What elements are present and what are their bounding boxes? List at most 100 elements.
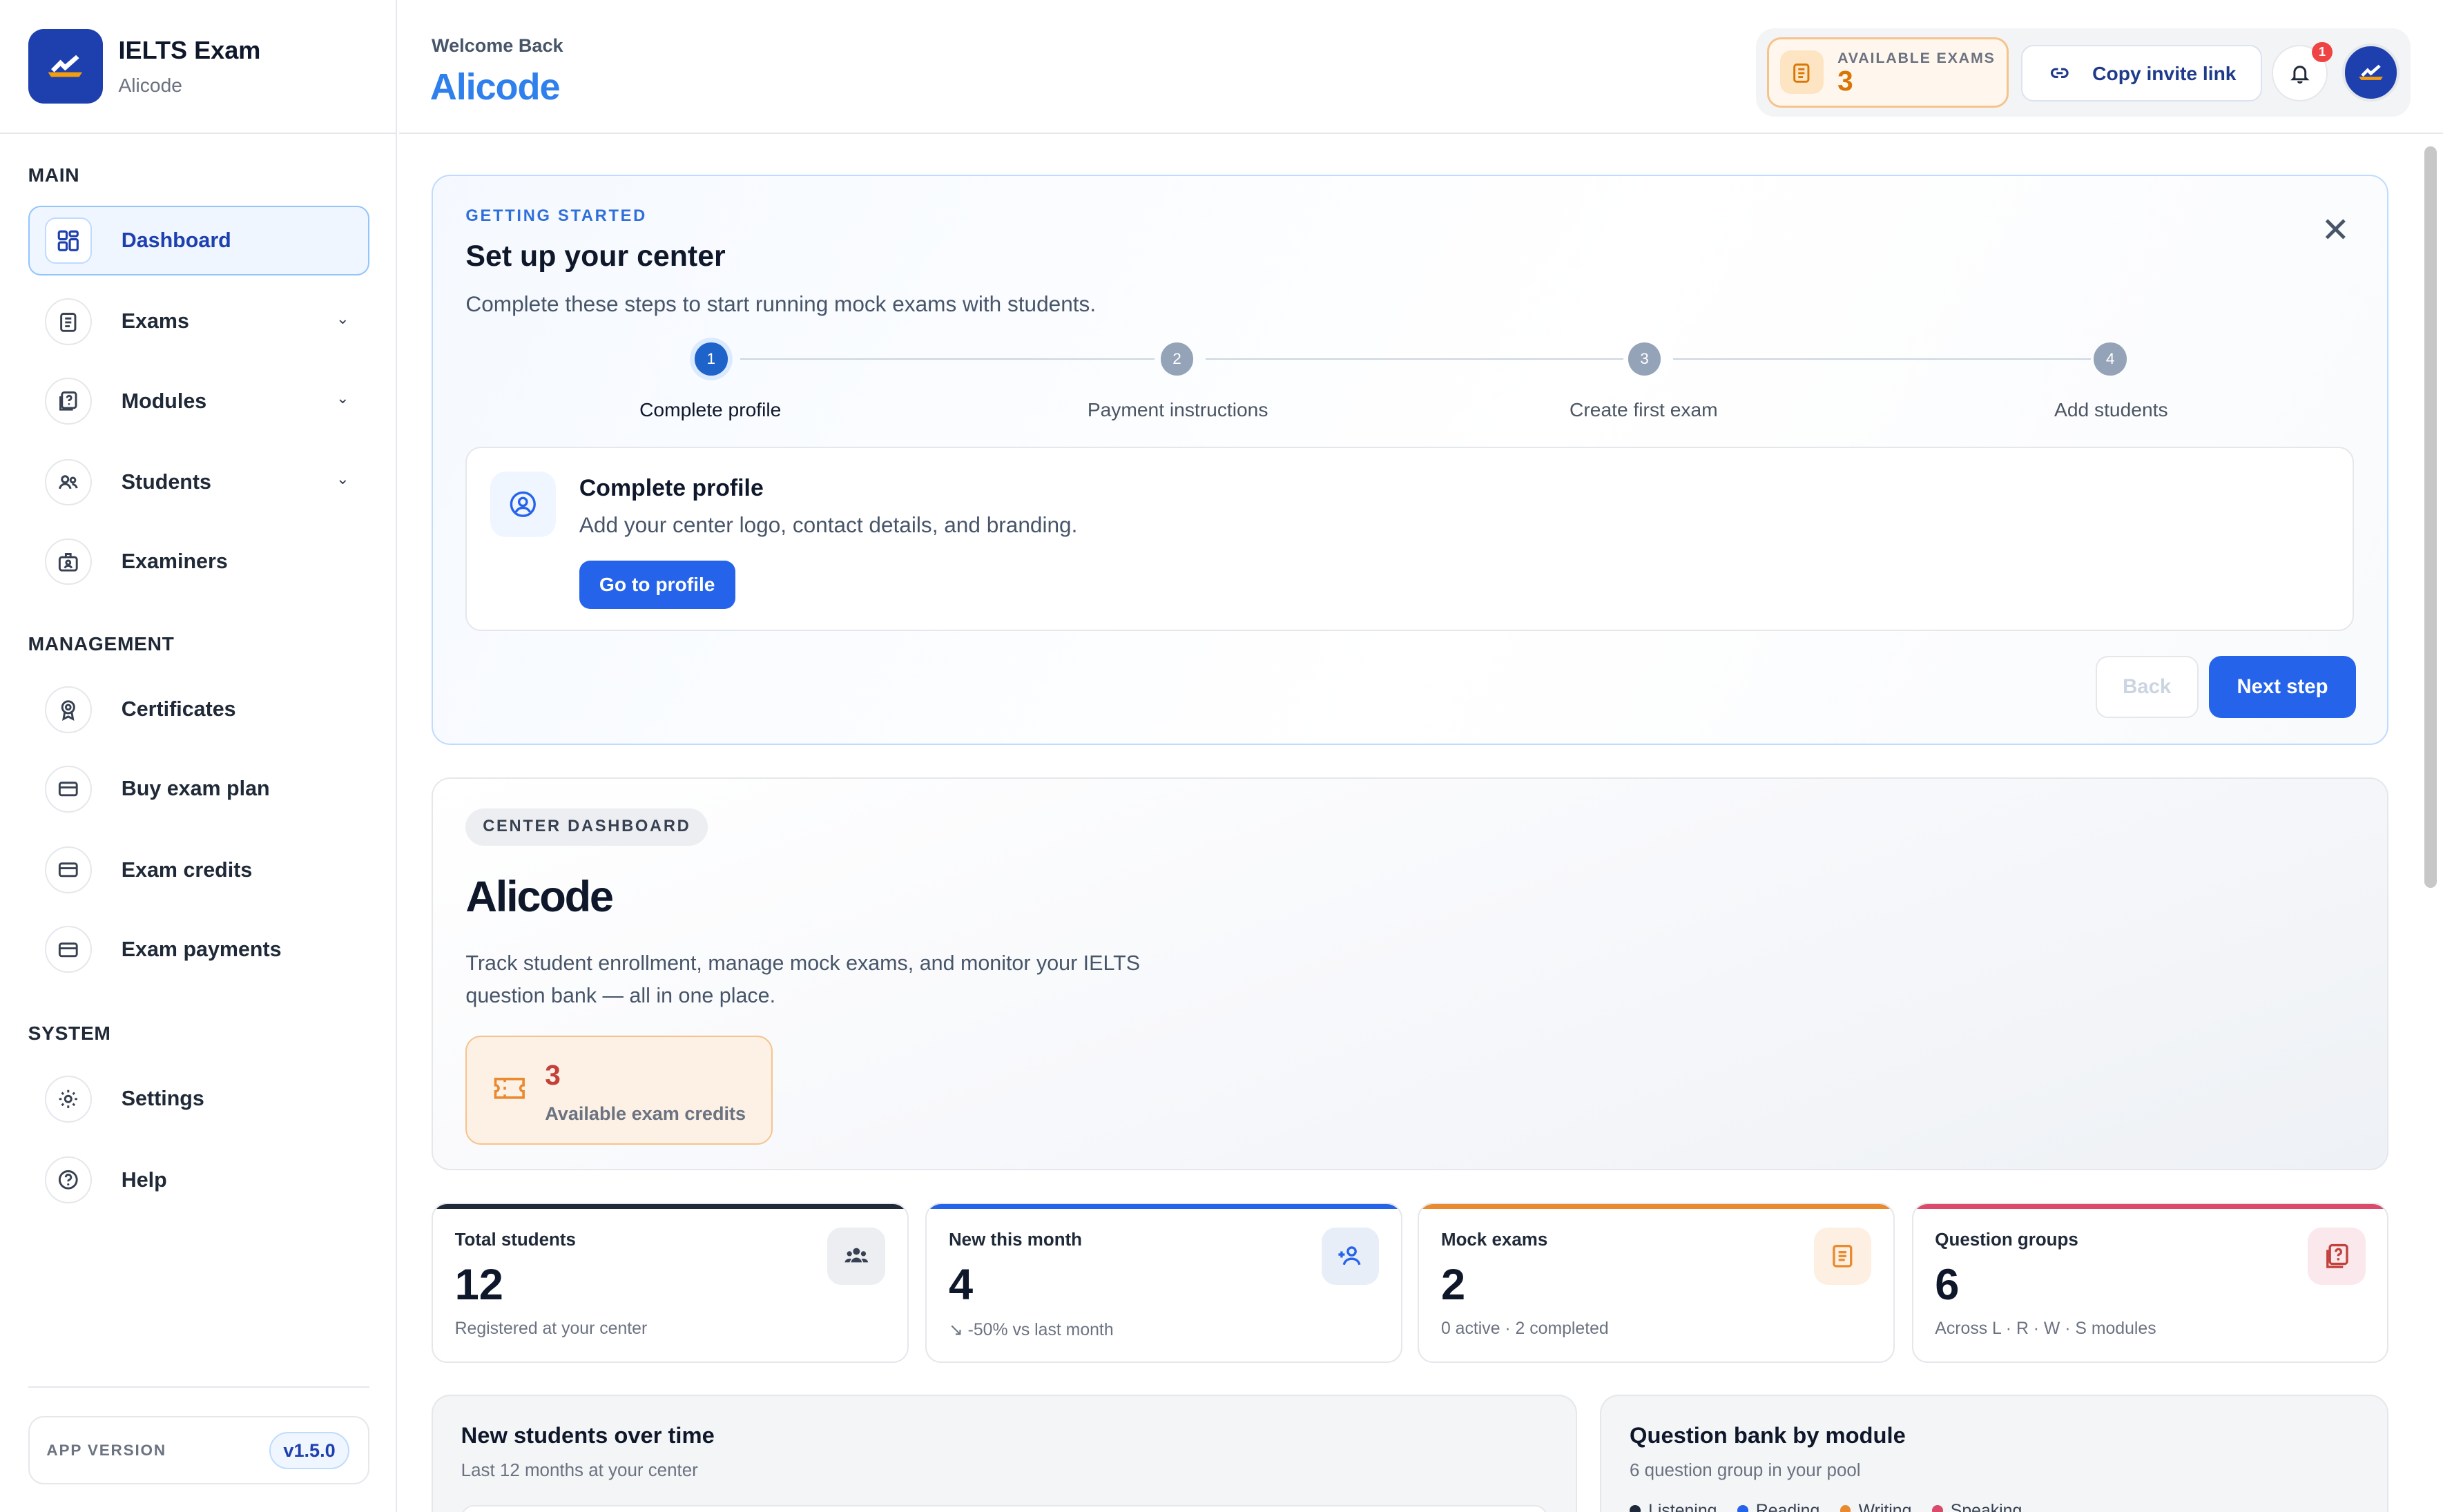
scrollbar[interactable] xyxy=(2424,146,2437,889)
bell-icon xyxy=(2290,66,2310,84)
notification-count-badge: 1 xyxy=(2312,41,2333,62)
sidebar-item-label: Exam payments xyxy=(121,937,282,961)
app-version-label: APP VERSION xyxy=(46,1441,166,1459)
users-icon xyxy=(827,1227,885,1286)
stat-subtitle: ↘ -50% vs last month xyxy=(948,1320,1114,1339)
stat-accent xyxy=(1913,1204,2388,1209)
stat-accent xyxy=(433,1204,907,1209)
app-title: IELTS Exam xyxy=(118,35,261,64)
sidebar-item-buy-exam-plan[interactable]: Buy exam plan xyxy=(28,754,369,824)
top-header: Welcome Back Alicode AVAILABLE EXAMS 3 C… xyxy=(398,0,2443,135)
sidebar-item-exam-payments[interactable]: Exam payments xyxy=(28,915,369,985)
section-main: MAIN xyxy=(28,163,80,186)
stat-title: New this month xyxy=(948,1230,1083,1250)
setup-card: GETTING STARTED Set up your center Compl… xyxy=(432,174,2389,745)
clipboard-icon xyxy=(1813,1227,1872,1286)
exam-credits-value: 3 xyxy=(545,1058,561,1091)
sidebar-item-dashboard[interactable]: Dashboard xyxy=(28,205,369,276)
setup-description: Complete these steps to start running mo… xyxy=(465,291,1097,316)
step-3-dot[interactable]: 3 xyxy=(1628,342,1661,376)
stat-value: 2 xyxy=(1440,1261,1466,1310)
stat-value: 12 xyxy=(454,1261,503,1310)
divider xyxy=(28,1386,369,1388)
step-4-label[interactable]: Add students xyxy=(1956,398,2267,421)
step-2-label[interactable]: Payment instructions xyxy=(1022,398,1333,421)
legend-item-reading[interactable]: Reading xyxy=(1737,1502,1819,1512)
question-book-icon xyxy=(45,378,92,425)
step-1-dot[interactable]: 1 xyxy=(695,342,728,376)
exam-credits-widget[interactable]: 3 Available exam credits xyxy=(465,1036,773,1145)
sidebar-item-label: Settings xyxy=(121,1087,204,1111)
copy-invite-link-button[interactable]: Copy invite link xyxy=(2020,45,2263,101)
sidebar-item-students[interactable]: Students ⌄ xyxy=(28,447,369,518)
back-button[interactable]: Back xyxy=(2095,655,2199,718)
stat-title: Question groups xyxy=(1935,1230,2078,1250)
sidebar-item-label: Help xyxy=(121,1167,167,1192)
legend-item-listening[interactable]: Listening xyxy=(1630,1502,1717,1512)
question-bank-chart-card: Question bank by module 6 question group… xyxy=(1600,1394,2389,1512)
id-badge-icon xyxy=(45,538,92,585)
center-dashboard-pill: CENTER DASHBOARD xyxy=(465,808,708,846)
sidebar-item-certificates[interactable]: Certificates xyxy=(28,675,369,745)
sidebar-item-settings[interactable]: Settings xyxy=(28,1064,369,1134)
center-description: Track student enrollment, manage mock ex… xyxy=(465,951,1141,1008)
chart-title: Question bank by module xyxy=(1630,1422,1906,1448)
sidebar-item-label: Exams xyxy=(121,309,189,333)
sidebar-item-label: Students xyxy=(121,469,211,494)
stat-subtitle: Registered at your center xyxy=(454,1319,648,1338)
sidebar-item-modules[interactable]: Modules ⌄ xyxy=(28,366,369,436)
center-dashboard-card: CENTER DASHBOARD Alicode Track student e… xyxy=(432,777,2389,1170)
welcome-text: Welcome Back xyxy=(432,34,563,56)
sidebar-item-exams[interactable]: Exams ⌄ xyxy=(28,287,369,357)
stat-subtitle: Across L · R · W · S modules xyxy=(1935,1319,2156,1338)
card-icon xyxy=(45,926,92,973)
logo-icon xyxy=(48,55,83,77)
help-icon xyxy=(45,1156,92,1204)
chart-subtitle: 6 question group in your pool xyxy=(1630,1461,1861,1481)
notifications-button[interactable]: 1 xyxy=(2271,41,2333,101)
legend-item-writing[interactable]: Writing xyxy=(1840,1502,1911,1512)
sidebar-item-help[interactable]: Help xyxy=(28,1145,369,1216)
go-to-profile-button[interactable]: Go to profile xyxy=(579,560,735,609)
sidebar-item-label: Buy exam plan xyxy=(121,777,270,801)
setup-eyebrow: GETTING STARTED xyxy=(465,206,647,225)
chevron-down-icon[interactable]: ⌄ xyxy=(336,310,349,328)
step-4-dot[interactable]: 4 xyxy=(2094,342,2127,376)
stat-question-groups[interactable]: Question groups 6 Across L · R · W · S m… xyxy=(1911,1203,2389,1364)
new-students-chart-card: New students over time Last 12 months at… xyxy=(432,1394,1577,1512)
chart-legend: Listening Reading Writing Speaking xyxy=(1630,1502,2022,1512)
user-avatar[interactable] xyxy=(2341,43,2399,101)
brand[interactable]: IELTS Exam Alicode xyxy=(0,0,396,135)
sidebar-item-exam-credits[interactable]: Exam credits xyxy=(28,835,369,905)
step-panel-description: Add your center logo, contact details, a… xyxy=(579,512,1078,537)
sidebar-item-label: Modules xyxy=(121,389,207,413)
clipboard-icon xyxy=(45,298,92,345)
user-circle-icon xyxy=(490,472,557,537)
stat-total-students[interactable]: Total students 12 Registered at your cen… xyxy=(432,1203,909,1364)
stat-subtitle: 0 active · 2 completed xyxy=(1440,1319,1609,1338)
clipboard-icon xyxy=(1779,50,1824,95)
available-exams-value: 3 xyxy=(1837,65,1853,97)
step-3-label[interactable]: Create first exam xyxy=(1488,398,1799,421)
step-panel: Complete profile Add your center logo, c… xyxy=(465,447,2355,631)
sidebar-item-label: Certificates xyxy=(121,697,236,721)
stat-new-this-month[interactable]: New this month 4 ↘ -50% vs last month xyxy=(925,1203,1402,1364)
sidebar-item-label: Examiners xyxy=(121,549,228,573)
users-icon xyxy=(45,458,92,506)
stat-mock-exams[interactable]: Mock exams 2 0 active · 2 completed xyxy=(1418,1203,1895,1364)
app-logo xyxy=(28,28,103,104)
sidebar-item-examiners[interactable]: Examiners xyxy=(28,527,369,597)
sidebar: IELTS Exam Alicode MAIN Dashboard Exams … xyxy=(0,0,398,1512)
card-icon xyxy=(45,846,92,894)
gear-icon xyxy=(45,1076,92,1123)
app-subtitle: Alicode xyxy=(118,74,182,97)
stepper-line xyxy=(1206,358,1623,360)
legend-item-speaking[interactable]: Speaking xyxy=(1931,1502,2022,1512)
step-2-dot[interactable]: 2 xyxy=(1160,342,1194,376)
available-exams-widget[interactable]: AVAILABLE EXAMS 3 xyxy=(1766,37,2009,108)
next-step-button[interactable]: Next step xyxy=(2209,655,2356,718)
chevron-down-icon[interactable]: ⌄ xyxy=(336,470,349,488)
close-icon[interactable]: ✕ xyxy=(2321,210,2350,250)
step-1-label[interactable]: Complete profile xyxy=(554,398,866,421)
chevron-down-icon[interactable]: ⌄ xyxy=(336,389,349,407)
